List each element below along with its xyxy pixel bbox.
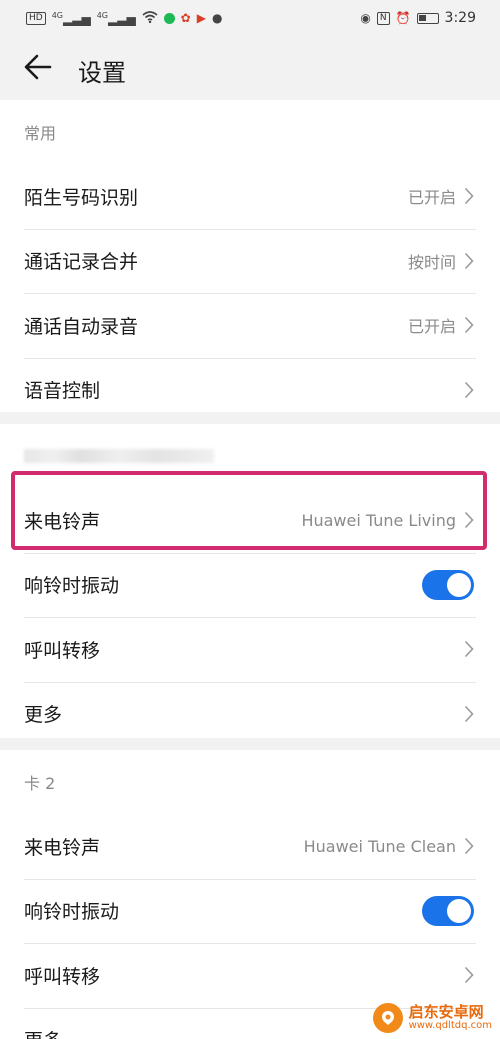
item-value: 已开启 — [407, 188, 456, 208]
alarm-icon: ⏰ — [395, 11, 411, 25]
back-button[interactable] — [22, 50, 56, 84]
toggle-knob — [447, 898, 471, 923]
settings-item-ringtone[interactable]: 来电铃声 Huawei Tune Living — [0, 488, 500, 553]
status-left: HD 4G▂▃▅ 4G▂▃▅ ✿ ▶ ● — [26, 11, 222, 26]
battery-icon — [416, 12, 439, 24]
watermark-url: www.qdltdq.com — [408, 1019, 492, 1031]
item-label: 响铃时振动 — [24, 575, 120, 598]
voice-icon: ● — [211, 11, 223, 25]
settings-item-merge-call-log[interactable]: 通话记录合并 按时间 — [0, 228, 500, 294]
section-header-blurred — [0, 424, 500, 488]
settings-item-call-forward[interactable]: 呼叫转移 — [0, 617, 500, 682]
app-header: 设置 — [0, 36, 500, 100]
item-label: 语音控制 — [24, 380, 101, 403]
item-label: 呼叫转移 — [24, 965, 101, 988]
item-label: 来电铃声 — [24, 510, 101, 533]
watermark-text: 启东安卓网 www.qdltdq.com — [408, 1002, 492, 1031]
chevron-right-icon — [464, 252, 474, 269]
settings-item-call-forward-2[interactable]: 呼叫转移 — [0, 943, 500, 1008]
item-label: 来电铃声 — [24, 836, 101, 859]
watermark: 启东安卓网 www.qdltdq.com — [372, 1002, 492, 1033]
wifi-icon — [142, 10, 158, 26]
status-bar: HD 4G▂▃▅ 4G▂▃▅ ✿ ▶ ● ◉ N ⏰ 3:29 — [0, 0, 500, 36]
play-icon: ▶ — [196, 11, 206, 25]
item-value: Huawei Tune Clean — [303, 836, 456, 856]
vibrate-icon: ◉ — [360, 11, 371, 25]
page-title: 设置 — [78, 59, 126, 87]
nfc-icon: N — [376, 11, 390, 25]
signal-icon-2: 4G▂▃▅ — [96, 10, 136, 26]
toggle-knob — [447, 572, 471, 597]
settings-item-more[interactable]: 更多 — [0, 681, 500, 747]
vibrate-toggle-2[interactable] — [422, 895, 474, 926]
arrow-left-icon — [24, 54, 52, 80]
item-label: 通话自动录音 — [24, 315, 139, 338]
chevron-right-icon — [464, 317, 474, 334]
signal-icon: 4G▂▃▅ — [51, 10, 91, 26]
settings-item-vibrate-2[interactable]: 响铃时振动 — [0, 878, 500, 944]
chevron-right-icon — [464, 967, 474, 984]
section-card1: 来电铃声 Huawei Tune Living 响铃时振动 呼叫转移 更多 — [0, 424, 500, 738]
settings-item-voice-control[interactable]: 语音控制 — [0, 357, 500, 423]
chevron-right-icon — [464, 838, 474, 855]
section-card2: 卡 2 来电铃声 Huawei Tune Clean 响铃时振动 呼叫转移 更多 — [0, 750, 500, 1039]
chevron-right-icon — [464, 512, 474, 529]
settings-item-ringtone-2[interactable]: 来电铃声 Huawei Tune Clean — [0, 814, 500, 879]
item-label: 响铃时振动 — [24, 901, 120, 924]
item-value: 已开启 — [407, 317, 456, 337]
blurred-text — [24, 449, 214, 463]
item-label: 陌生号码识别 — [24, 186, 139, 209]
hd-badge: HD — [26, 11, 46, 25]
status-right: ◉ N ⏰ 3:29 — [360, 10, 476, 26]
section-common: 常用 陌生号码识别 已开启 通话记录合并 按时间 通话自动录音 已开启 语音控制 — [0, 100, 500, 412]
clock: 3:29 — [444, 10, 476, 26]
watermark-name: 启东安卓网 — [408, 1002, 484, 1021]
app-icon — [163, 12, 175, 24]
vibrate-toggle[interactable] — [422, 569, 474, 600]
huawei-icon: ✿ — [180, 11, 191, 25]
settings-item-unknown-number[interactable]: 陌生号码识别 已开启 — [0, 164, 500, 229]
item-value: 按时间 — [407, 252, 456, 272]
chevron-right-icon — [464, 641, 474, 658]
section-header: 卡 2 — [24, 774, 56, 793]
chevron-right-icon — [464, 188, 474, 205]
settings-item-auto-record[interactable]: 通话自动录音 已开启 — [0, 293, 500, 358]
item-value: Huawei Tune Living — [301, 510, 456, 530]
watermark-logo-icon — [372, 1003, 403, 1033]
item-label: 呼叫转移 — [24, 639, 101, 662]
section-header: 常用 — [24, 124, 57, 143]
chevron-right-icon — [464, 705, 474, 722]
chevron-right-icon — [464, 381, 474, 398]
item-label: 更多 — [24, 704, 63, 727]
item-label: 通话记录合并 — [24, 251, 139, 274]
settings-item-vibrate[interactable]: 响铃时振动 — [0, 552, 500, 618]
